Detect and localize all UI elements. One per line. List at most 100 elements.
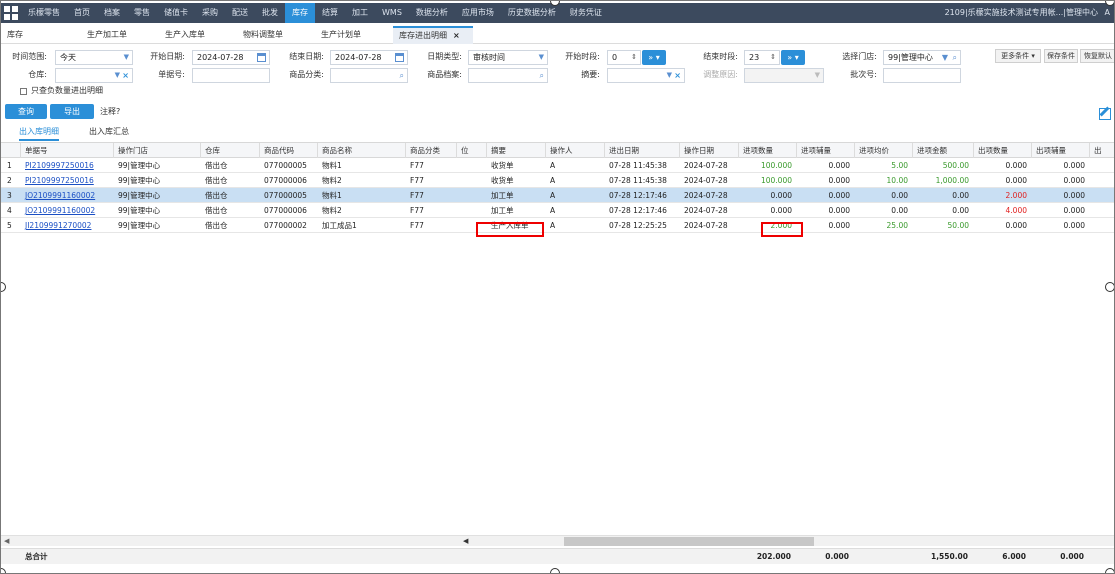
warehouse-select[interactable]: ▼ × <box>55 68 133 83</box>
query-button[interactable]: 查询 <box>5 104 47 119</box>
end-hour-button[interactable]: » ▾ <box>781 50 805 65</box>
column-header[interactable]: 出 <box>1090 143 1114 158</box>
account-info[interactable]: 2109|乐檬实施技术测试专用帐...|管理中心 A <box>941 3 1110 23</box>
nav-item[interactable]: 采购 <box>195 3 225 23</box>
start-hour-input[interactable]: 0 ⇕ <box>607 50 641 65</box>
table-cell-wh: 借出仓 <box>205 161 228 170</box>
nav-item[interactable]: WMS <box>375 3 409 23</box>
column-header[interactable]: 操作人 <box>546 143 605 158</box>
nav-item[interactable]: 应用市场 <box>455 3 501 23</box>
more-conditions-button[interactable]: 更多条件 ▾ <box>995 49 1041 63</box>
nav-item[interactable]: 零售 <box>127 3 157 23</box>
nav-item[interactable]: 档案 <box>97 3 127 23</box>
table-cell-doc[interactable]: JI2109991270002 <box>21 218 114 233</box>
note-link[interactable]: 注释? <box>100 105 120 119</box>
column-header[interactable] <box>1 143 21 158</box>
product-input[interactable]: ⌕ <box>468 68 548 83</box>
table-cell-doc[interactable]: JO2109991160002 <box>21 203 114 218</box>
table-row[interactable]: 4 JO2109991160002 99|管理中心 借出仓 077000006 物料2 F7… <box>1 203 1114 218</box>
time-range-select[interactable]: 今天 ▼ <box>55 50 133 65</box>
column-header[interactable]: 摘要 <box>487 143 546 158</box>
column-header[interactable]: 操作门店 <box>114 143 201 158</box>
export-button[interactable]: 导出 <box>50 104 94 119</box>
nav-item[interactable]: 批发 <box>255 3 285 23</box>
scroll-left-icon[interactable]: ◀ <box>463 536 468 546</box>
nav-item[interactable]: 数据分析 <box>409 3 455 23</box>
nav-item[interactable]: 乐檬零售 <box>21 3 67 23</box>
clear-icon[interactable]: × <box>674 69 681 82</box>
column-header[interactable]: 进项均价 <box>855 143 913 158</box>
column-header[interactable]: 商品代码 <box>260 143 318 158</box>
table-cell-code: 077000006 <box>264 176 307 185</box>
search-icon[interactable]: ⌕ <box>953 51 957 64</box>
start-date-input[interactable]: 2024-07-28 <box>192 50 270 65</box>
store-select[interactable]: 99|管理中心 ▼ ⌕ <box>883 50 961 65</box>
resize-handle[interactable] <box>1105 568 1114 573</box>
page-tab[interactable]: 库存进出明细 × <box>393 26 473 44</box>
nav-item[interactable]: 首页 <box>67 3 97 23</box>
nav-item[interactable]: 财务凭证 <box>563 3 609 23</box>
only-negative-checkbox[interactable] <box>20 88 27 95</box>
save-conditions-button[interactable]: 保存条件 <box>1044 49 1078 63</box>
scroll-left-icon[interactable]: ◀ <box>4 536 9 546</box>
column-header[interactable]: 位 <box>457 143 487 158</box>
column-header[interactable]: 操作日期 <box>680 143 739 158</box>
page-tab[interactable]: 物料调整单 <box>237 26 315 44</box>
nav-item[interactable]: 配送 <box>225 3 255 23</box>
nav-item[interactable]: 加工 <box>345 3 375 23</box>
subtab-detail[interactable]: 出入库明细 <box>19 125 59 141</box>
column-header[interactable]: 商品名称 <box>318 143 406 158</box>
column-header[interactable]: 进出日期 <box>605 143 680 158</box>
restore-default-button[interactable]: 恢复默认 <box>1080 49 1114 63</box>
end-date-input[interactable]: 2024-07-28 <box>330 50 408 65</box>
page-tab[interactable]: 库存 <box>1 26 81 44</box>
table-row[interactable]: 5 JI2109991270002 99|管理中心 借出仓 077000002 加工成品1… <box>1 218 1114 233</box>
edit-icon[interactable] <box>1099 108 1111 120</box>
grid-icon[interactable] <box>1 3 21 23</box>
table-cell-doc[interactable]: JO2109991160002 <box>21 188 114 203</box>
table-cell-doc[interactable]: PI2109997250016 <box>21 158 114 173</box>
column-header[interactable]: 出项数量 <box>974 143 1032 158</box>
resize-handle[interactable] <box>1105 282 1114 292</box>
calendar-icon[interactable] <box>257 53 266 62</box>
search-icon[interactable]: ⌕ <box>400 69 404 82</box>
resize-handle[interactable] <box>1 282 6 292</box>
column-header[interactable]: 进项金额 <box>913 143 974 158</box>
search-icon[interactable]: ⌕ <box>540 69 544 82</box>
spinner-icon[interactable]: ⇕ <box>770 51 776 64</box>
table-row[interactable]: 3 JO2109991160002 99|管理中心 借出仓 077000005 物料1 F7… <box>1 188 1114 203</box>
column-header[interactable]: 进项数量 <box>739 143 797 158</box>
resize-handle[interactable] <box>550 568 560 573</box>
date-type-select[interactable]: 审核时间 ▼ <box>468 50 548 65</box>
horizontal-scrollbar[interactable]: ◀ ◀ <box>1 535 1114 546</box>
scrollbar-thumb[interactable] <box>564 537 814 546</box>
page-tab[interactable]: 生产入库单 <box>159 26 237 44</box>
column-header[interactable]: 出项辅量 <box>1032 143 1090 158</box>
batch-input[interactable] <box>883 68 961 83</box>
clear-icon[interactable]: × <box>122 69 129 82</box>
summary-select[interactable]: ▼ × <box>607 68 685 83</box>
column-header[interactable]: 单据号 <box>21 143 114 158</box>
nav-item[interactable]: 储值卡 <box>157 3 195 23</box>
nav-item[interactable]: 结算 <box>315 3 345 23</box>
close-icon[interactable]: × <box>453 31 460 40</box>
column-header[interactable]: 仓库 <box>201 143 260 158</box>
table-cell-doc[interactable]: PI2109997250016 <box>21 173 114 188</box>
category-input[interactable]: ⌕ <box>330 68 408 83</box>
column-header[interactable]: 商品分类 <box>406 143 457 158</box>
nav-item[interactable]: 库存 <box>285 3 315 23</box>
calendar-icon[interactable] <box>395 53 404 62</box>
start-hour-button[interactable]: » ▾ <box>642 50 666 65</box>
subtab-summary[interactable]: 出入库汇总 <box>89 125 129 139</box>
table-row[interactable]: 1 PI2109997250016 99|管理中心 借出仓 077000005 物料1 F7… <box>1 158 1114 173</box>
page-tab[interactable]: 生产计划单 <box>315 26 393 44</box>
doc-no-input[interactable] <box>192 68 270 83</box>
nav-item[interactable]: 历史数据分析 <box>501 3 563 23</box>
spinner-icon[interactable]: ⇕ <box>631 51 637 64</box>
column-header[interactable]: 进项辅量 <box>797 143 855 158</box>
table-row[interactable]: 2 PI2109997250016 99|管理中心 借出仓 077000006 物料2 F7… <box>1 173 1114 188</box>
app-window: 乐檬零售 首页 档案 零售 储值卡 采购 配送 批发 库存 结算 加工 WMS 数据分析 应用市场 历史数据… <box>0 0 1115 574</box>
page-tab[interactable]: 生产加工单 <box>81 26 159 44</box>
end-hour-input[interactable]: 23 ⇕ <box>744 50 780 65</box>
adjust-reason-select[interactable]: ▼ <box>744 68 824 83</box>
